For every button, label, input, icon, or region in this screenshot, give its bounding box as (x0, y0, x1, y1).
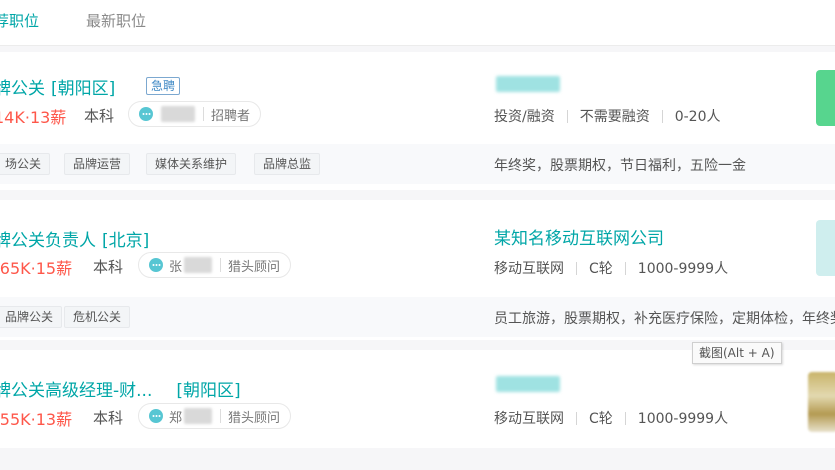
recruiter-role: 猎头顾问 (228, 259, 281, 275)
chat-bubble-icon (149, 258, 163, 272)
skill-tag: 品牌总监 (254, 153, 321, 175)
company-name[interactable]: 某知名移动互联网公司 (494, 224, 664, 249)
company-info: 移动互联网 C轮 1000-9999人 (494, 408, 728, 428)
job-area: [朝阳区] (176, 381, 241, 401)
skill-tag: 危机公关 (64, 306, 131, 328)
company-logo[interactable] (816, 220, 835, 276)
education: 本科 (93, 409, 124, 427)
recruiter-name: 张 (169, 259, 183, 275)
recruiter-name-blurred (161, 106, 195, 122)
divider (661, 109, 663, 123)
recruiter-name-blurred (184, 408, 213, 424)
screenshot-tooltip: 截图(Alt + A) (692, 342, 782, 364)
company-size: 1000-9999人 (637, 261, 729, 277)
company-logo[interactable] (816, 70, 835, 126)
company-name-blurred[interactable] (496, 76, 560, 92)
tag-row: 品牌公关 危机公关 员工旅游，股票期权，补充医疗保险，定期体检，年终奖 (0, 297, 835, 337)
job-area: [朝阳区] (51, 79, 116, 99)
divider (220, 409, 222, 423)
education: 本科 (93, 258, 124, 276)
company-industry: 移动互联网 (494, 411, 564, 427)
chat-bubble-icon (139, 107, 153, 121)
job-card[interactable]: 牌公关负责人 [北京] -65K·15薪 本科 张 猎头顾问 某知名移动互联网公司… (0, 200, 835, 340)
company-info: 移动互联网 C轮 1000-9999人 (494, 258, 728, 278)
divider (624, 411, 626, 425)
salary: -65K·15薪 (0, 259, 73, 278)
recruiter-role: 招聘者 (211, 108, 251, 124)
recruiter-chat[interactable]: 张 猎头顾问 (138, 252, 292, 278)
divider (220, 258, 222, 272)
company-info: 投资/融资 不需要融资 0-20人 (494, 106, 721, 126)
urgent-badge: 急聘 (146, 77, 181, 95)
skill-tag: 品牌公关 (0, 306, 63, 328)
tag-row: 场公关 品牌运营 媒体关系维护 品牌总监 年终奖，股票期权，节日福利，五险一金 (0, 144, 835, 184)
company-size: 1000-9999人 (637, 411, 729, 427)
divider (624, 261, 626, 275)
job-title[interactable]: 牌公关 [朝阳区] (0, 74, 115, 99)
salary: 14K·13薪 (0, 108, 67, 127)
recruiter-chat[interactable]: 郑 猎头顾问 (138, 403, 292, 429)
company-stage: C轮 (589, 261, 613, 277)
tab-recommended[interactable]: 荐职位 (0, 10, 39, 31)
company-industry: 移动互联网 (494, 261, 564, 277)
company-industry: 投资/融资 (494, 109, 555, 125)
skill-tag: 品牌运营 (64, 153, 131, 175)
welfare: 员工旅游，股票期权，补充医疗保险，定期体检，年终奖 (494, 311, 835, 327)
skill-tag: 场公关 (0, 153, 51, 175)
job-card[interactable]: 牌公关高级经理-财... [朝阳区] -55K·13薪 本科 郑 猎头顾问 移动互… (0, 350, 835, 448)
recruiter-name: 郑 (169, 410, 183, 426)
divider (203, 107, 204, 121)
job-title-text: 牌公关 (0, 79, 45, 99)
job-title[interactable]: 牌公关负责人 [北京] (0, 226, 149, 251)
tab-latest[interactable]: 最新职位 (86, 10, 146, 31)
company-name-blurred[interactable] (496, 376, 560, 392)
company-stage: 不需要融资 (579, 109, 650, 125)
divider (576, 411, 577, 425)
company-stage: C轮 (589, 411, 613, 427)
chat-bubble-icon (149, 409, 163, 423)
job-tabs: 荐职位 最新职位 (0, 0, 835, 46)
job-title[interactable]: 牌公关高级经理-财... [朝阳区] (0, 376, 241, 401)
job-card[interactable]: 牌公关 [朝阳区] 急聘 14K·13薪 本科 招聘者 投资/融资 不需要融资 0… (0, 52, 835, 190)
skill-tag: 媒体关系维护 (146, 153, 237, 175)
divider (566, 109, 568, 123)
salary: -55K·13薪 (0, 410, 73, 429)
company-size: 0-20人 (674, 109, 721, 125)
recruiter-chat[interactable]: 招聘者 (128, 101, 262, 127)
job-title-text: 牌公关高级经理-财... (0, 381, 153, 401)
company-logo[interactable] (808, 372, 835, 432)
education: 本科 (84, 107, 115, 125)
recruiter-name-blurred (184, 257, 213, 273)
recruiter-role: 猎头顾问 (228, 410, 281, 426)
job-area: [北京] (102, 231, 150, 251)
job-title-text: 牌公关负责人 (0, 231, 96, 251)
divider (576, 261, 577, 275)
welfare: 年终奖，股票期权，节日福利，五险一金 (494, 158, 746, 174)
